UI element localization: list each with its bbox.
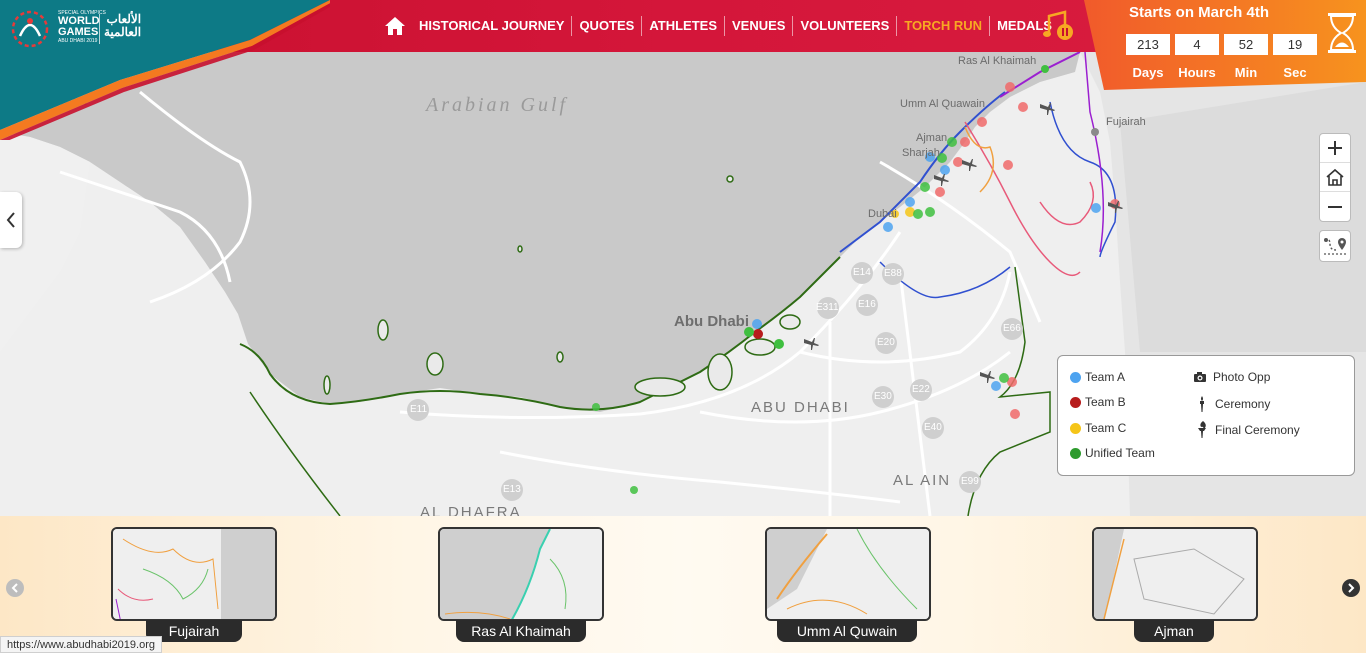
legend-item-unified-team: Unified Team xyxy=(1070,446,1155,460)
plus-icon xyxy=(1328,141,1342,155)
thumbnail-fujairah[interactable] xyxy=(111,527,277,621)
chevron-left-icon xyxy=(11,583,18,593)
final-torch-icon xyxy=(1198,421,1206,438)
nav-venues[interactable]: VENUES xyxy=(725,16,794,36)
countdown-labels: Days Hours Min Sec xyxy=(1126,65,1317,80)
torch-icon xyxy=(1200,396,1204,412)
thumbnail-ajman[interactable] xyxy=(1092,527,1258,621)
legend-item-team-c: Team C xyxy=(1070,421,1126,435)
thumbnail-map xyxy=(113,529,275,619)
music-toggle-icon[interactable] xyxy=(1043,10,1077,42)
countdown-minutes: 52 xyxy=(1224,34,1268,55)
legend-label: Photo Opp xyxy=(1213,370,1271,384)
zoom-controls xyxy=(1319,133,1351,222)
legend-label: Unified Team xyxy=(1085,446,1155,460)
countdown-hours: 4 xyxy=(1175,34,1219,55)
thumbnail-map xyxy=(440,529,602,619)
route-pin-icon xyxy=(1324,238,1346,255)
region-label-al-dhafra: AL DHAFRA xyxy=(420,504,522,516)
home-icon[interactable] xyxy=(384,15,406,37)
brand-arabic-line-2: العالمية xyxy=(104,25,142,39)
legend-item-ceremony: Ceremony xyxy=(1195,395,1270,413)
legend-item-final-ceremony: Final Ceremony xyxy=(1195,421,1300,439)
legend-dot xyxy=(1070,396,1081,408)
home-extent-button[interactable] xyxy=(1320,163,1350,192)
chevron-left-icon xyxy=(6,212,15,228)
legend-label: Team C xyxy=(1085,421,1127,435)
region-label-abu-dhabi: ABU DHABI xyxy=(751,399,850,416)
legend-dot xyxy=(1070,371,1081,383)
zoom-in-button[interactable] xyxy=(1320,134,1350,163)
thumbnail-map xyxy=(767,529,929,619)
thumbnails-next-button[interactable] xyxy=(1342,579,1360,597)
nav-quotes[interactable]: QUOTES xyxy=(572,16,643,36)
thumbnail-map xyxy=(1094,529,1256,619)
city-label-sharjah: Sharjah xyxy=(902,147,940,159)
legend-item-team-b: Team B xyxy=(1070,395,1126,409)
countdown-title: Starts on March 4th xyxy=(1128,4,1270,21)
brand-arabic: الألعاب العالمية xyxy=(104,13,141,39)
unified-team-markers xyxy=(592,65,1049,494)
torch-run-page: E14 E88 E16 E311 E20 E30 E22 E40 E11 E13… xyxy=(0,0,1366,653)
home-icon xyxy=(1326,168,1344,186)
zoom-out-button[interactable] xyxy=(1320,192,1350,221)
map-legend: Team A Team B Team C Unified Team Photo … xyxy=(1057,355,1355,476)
thumbnail-ras-al-khaimah[interactable] xyxy=(438,527,604,621)
countdown-label-sec: Sec xyxy=(1283,65,1307,80)
thumbnail-label-umm-al-quwain: Umm Al Quwain xyxy=(777,620,917,642)
city-label-dubai: Dubai xyxy=(868,208,897,220)
nav-volunteers[interactable]: VOLUNTEERS xyxy=(793,16,898,36)
minus-icon xyxy=(1328,205,1342,208)
legend-item-team-a: Team A xyxy=(1070,370,1125,384)
thumbnail-label-ajman: Ajman xyxy=(1134,620,1214,642)
countdown-days: 213 xyxy=(1126,34,1170,55)
status-bar-url: https://www.abudhabi2019.org xyxy=(0,636,162,653)
countdown-label-min: Min xyxy=(1234,65,1258,80)
nav-athletes[interactable]: ATHLETES xyxy=(642,16,725,36)
sea-label: Arabian Gulf xyxy=(426,94,569,116)
team-a-markers xyxy=(752,128,1101,391)
thumbnail-umm-al-quwain[interactable] xyxy=(765,527,931,621)
legend-label: Team A xyxy=(1085,370,1126,384)
nav-historical-journey[interactable]: HISTORICAL JOURNEY xyxy=(412,16,573,36)
legend-dot xyxy=(1070,422,1081,434)
city-label-abu-dhabi: Abu Dhabi xyxy=(674,313,749,330)
legend-label: Ceremony xyxy=(1215,397,1271,411)
special-olympics-logo-icon xyxy=(11,10,49,48)
route-view-button[interactable] xyxy=(1319,230,1351,262)
hourglass-icon xyxy=(1328,13,1356,53)
legend-label: Team B xyxy=(1085,395,1126,409)
nav-torch-run[interactable]: TORCH RUN xyxy=(897,16,991,36)
countdown-values: 213 4 52 19 xyxy=(1126,34,1317,55)
camera-icon xyxy=(1194,372,1206,382)
chevron-right-icon xyxy=(1348,583,1355,593)
countdown-panel: Starts on March 4th 213 4 52 19 Days Hou… xyxy=(1084,0,1366,90)
countdown-seconds: 19 xyxy=(1273,34,1317,55)
city-label-ras-al-khaimah: Ras Al Khaimah xyxy=(958,55,1037,67)
thumbnails-prev-button[interactable] xyxy=(6,579,24,597)
thumbnail-label-ras-al-khaimah: Ras Al Khaimah xyxy=(456,620,586,642)
city-label-ajman: Ajman xyxy=(916,132,948,144)
countdown-label-days: Days xyxy=(1132,65,1164,80)
legend-label: Final Ceremony xyxy=(1215,423,1300,437)
city-label-umm-al-quawain: Umm Al Quawain xyxy=(900,98,985,110)
legend-item-photo-opp: Photo Opp xyxy=(1193,370,1270,384)
side-panel-toggle[interactable] xyxy=(0,192,22,248)
city-label-fujairah: Fujairah xyxy=(1106,116,1146,128)
brand-divider xyxy=(99,14,100,44)
region-label-al-ain: AL AIN xyxy=(893,472,952,489)
countdown-label-hours: Hours xyxy=(1178,65,1216,80)
emirate-thumbnails-strip: Fujairah Ras Al Khaimah Umm Al Quwain Aj… xyxy=(0,516,1366,653)
legend-dot xyxy=(1070,447,1081,459)
main-nav: HISTORICAL JOURNEY QUOTES ATHLETES VENUE… xyxy=(384,0,1059,52)
